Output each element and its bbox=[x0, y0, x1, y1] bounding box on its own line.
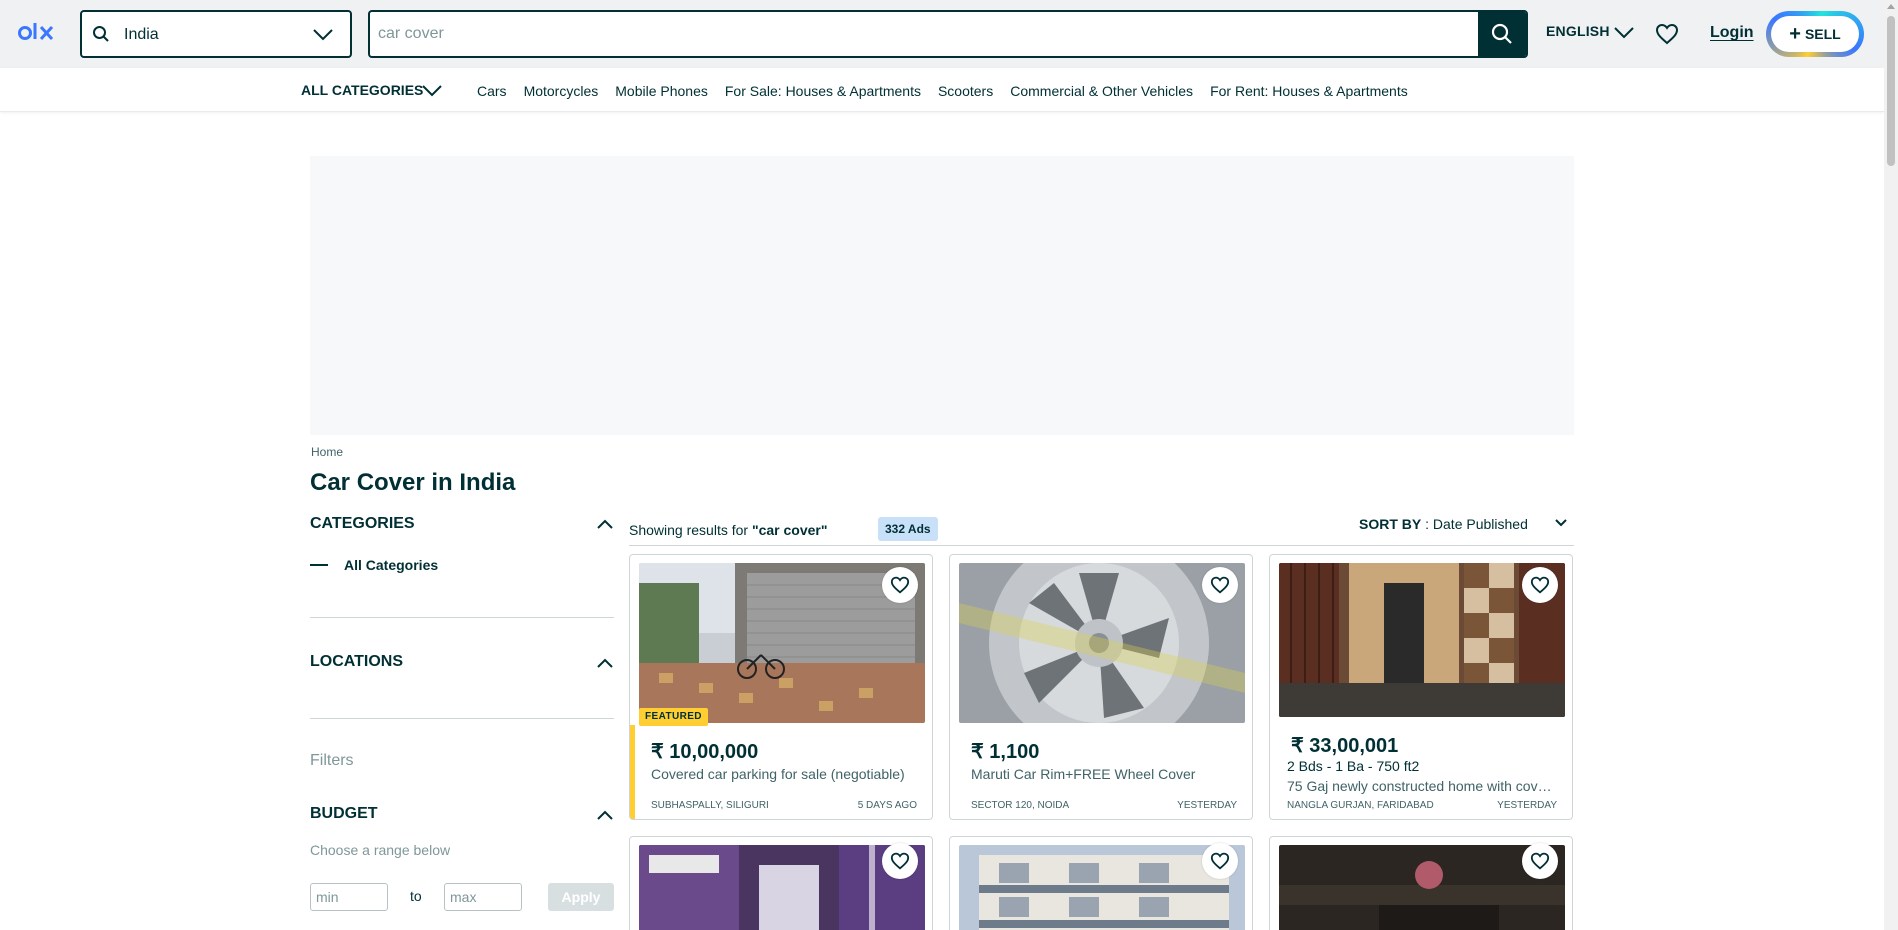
page-title: Car Cover in India bbox=[310, 469, 516, 496]
listing-card[interactable]: FEATURED ₹ 10,00,000 Covered car parking… bbox=[629, 554, 933, 820]
nav-link-commercial-vehicles[interactable]: Commercial & Other Vehicles bbox=[1010, 83, 1193, 99]
nav-link-mobile-phones[interactable]: Mobile Phones bbox=[615, 83, 708, 99]
chevron-down-icon[interactable] bbox=[1613, 24, 1635, 40]
results-summary: Showing results for "car cover" bbox=[629, 522, 828, 538]
listing-card[interactable] bbox=[1269, 836, 1573, 930]
nav-link-houses-sale[interactable]: For Sale: Houses & Apartments bbox=[725, 83, 921, 99]
dash-icon bbox=[310, 564, 328, 566]
search-button[interactable] bbox=[1478, 12, 1526, 56]
login-link[interactable]: Login bbox=[1710, 24, 1754, 42]
listing-date: YESTERDAY bbox=[1177, 800, 1237, 811]
sort-value: : Date Published bbox=[1421, 516, 1528, 532]
search-bar bbox=[368, 10, 1528, 58]
budget-subtitle: Choose a range below bbox=[310, 842, 451, 858]
heart-icon bbox=[1210, 576, 1230, 594]
breadcrumb[interactable]: Home bbox=[311, 445, 343, 459]
nav-link-cars[interactable]: Cars bbox=[477, 83, 507, 99]
filters-label: Filters bbox=[310, 752, 354, 769]
heart-icon bbox=[1210, 852, 1230, 870]
results-prefix: Showing results for bbox=[629, 522, 752, 538]
listing-date: YESTERDAY bbox=[1497, 800, 1557, 811]
listing-date: 5 DAYS AGO bbox=[857, 800, 917, 811]
search-icon bbox=[1491, 23, 1512, 44]
divider bbox=[310, 718, 614, 719]
listing-location: SECTOR 120, NOIDA bbox=[971, 800, 1070, 811]
olx-logo[interactable] bbox=[18, 20, 62, 46]
listing-specs: 2 Bds - 1 Ba - 750 ft2 bbox=[1287, 758, 1420, 774]
ads-count-badge: 332 Ads bbox=[878, 517, 938, 541]
language-selector[interactable]: ENGLISH bbox=[1546, 23, 1610, 39]
sort-dropdown[interactable]: SORT BY : Date Published bbox=[1359, 516, 1528, 532]
budget-heading[interactable]: BUDGET bbox=[310, 805, 378, 823]
chevron-up-icon[interactable] bbox=[596, 809, 614, 821]
divider bbox=[310, 617, 614, 618]
budget-apply-button[interactable]: Apply bbox=[548, 883, 614, 911]
budget-max-input[interactable] bbox=[444, 883, 522, 911]
heart-icon bbox=[1530, 852, 1550, 870]
listing-card[interactable] bbox=[629, 836, 933, 930]
search-input[interactable] bbox=[378, 12, 1438, 56]
favorite-button[interactable] bbox=[1202, 567, 1238, 603]
nav-link-motorcycles[interactable]: Motorcycles bbox=[524, 83, 599, 99]
all-categories-item[interactable]: All Categories bbox=[310, 557, 438, 573]
top-header: India ENGLISH Login + SELL bbox=[0, 0, 1884, 68]
location-value: India bbox=[124, 26, 159, 43]
search-icon bbox=[93, 26, 109, 42]
nav-link-houses-rent[interactable]: For Rent: Houses & Apartments bbox=[1210, 83, 1408, 99]
location-selector[interactable]: India bbox=[80, 10, 352, 58]
heart-icon bbox=[890, 576, 910, 594]
favorite-button[interactable] bbox=[1202, 843, 1238, 879]
plus-icon: + bbox=[1789, 23, 1801, 45]
listing-price: ₹ 33,00,001 bbox=[1291, 735, 1399, 757]
favorite-button[interactable] bbox=[882, 843, 918, 879]
favorite-button[interactable] bbox=[882, 567, 918, 603]
chevron-down-icon[interactable] bbox=[312, 26, 334, 42]
listing-card[interactable]: ₹ 33,00,001 2 Bds - 1 Ba - 750 ft2 75 Ga… bbox=[1269, 554, 1573, 820]
all-categories-label: All Categories bbox=[344, 557, 439, 573]
category-nav: ALL CATEGORIES Cars Motorcycles Mobile P… bbox=[0, 68, 1884, 112]
scroll-up-arrow-icon[interactable] bbox=[1887, 4, 1895, 9]
budget-to-label: to bbox=[410, 888, 422, 904]
ad-banner-placeholder bbox=[310, 156, 1574, 435]
heart-icon[interactable] bbox=[1655, 23, 1679, 45]
chevron-down-icon[interactable] bbox=[421, 82, 443, 98]
listing-location: NANGLA GURJAN, FARIDABAD bbox=[1287, 800, 1434, 811]
locations-heading[interactable]: LOCATIONS bbox=[310, 653, 403, 671]
category-links: Cars Motorcycles Mobile Phones For Sale:… bbox=[477, 83, 1425, 99]
heart-icon bbox=[890, 852, 910, 870]
listing-title: 75 Gaj newly constructed home with cover… bbox=[1287, 778, 1557, 794]
favorite-button[interactable] bbox=[1522, 567, 1558, 603]
sell-button[interactable]: + SELL bbox=[1766, 11, 1864, 57]
categories-heading[interactable]: CATEGORIES bbox=[310, 515, 415, 533]
divider bbox=[629, 545, 1574, 546]
listing-price: ₹ 1,100 bbox=[971, 741, 1040, 763]
nav-link-scooters[interactable]: Scooters bbox=[938, 83, 993, 99]
listing-title: Covered car parking for sale (negotiable… bbox=[651, 766, 905, 782]
listing-card[interactable] bbox=[949, 836, 1253, 930]
listing-title: Maruti Car Rim+FREE Wheel Cover bbox=[971, 766, 1196, 782]
chevron-up-icon[interactable] bbox=[596, 518, 614, 530]
sort-label: SORT BY bbox=[1359, 516, 1422, 532]
results-query: "car cover" bbox=[751, 522, 828, 538]
all-categories-toggle[interactable]: ALL CATEGORIES bbox=[301, 82, 423, 98]
listing-card[interactable]: ₹ 1,100 Maruti Car Rim+FREE Wheel Cover … bbox=[949, 554, 1253, 820]
scrollbar-thumb[interactable] bbox=[1887, 16, 1895, 166]
budget-min-input[interactable] bbox=[310, 883, 388, 911]
chevron-down-icon[interactable] bbox=[1554, 518, 1568, 528]
page-scrollbar[interactable] bbox=[1884, 0, 1898, 930]
sell-button-inner: + SELL bbox=[1771, 16, 1859, 52]
listing-location: SUBHASPALLY, SILIGURI bbox=[651, 800, 769, 811]
featured-badge: FEATURED bbox=[639, 708, 708, 726]
favorite-button[interactable] bbox=[1522, 843, 1558, 879]
chevron-up-icon[interactable] bbox=[596, 657, 614, 669]
heart-icon bbox=[1530, 576, 1550, 594]
sell-label: SELL bbox=[1804, 26, 1841, 42]
listing-price: ₹ 10,00,000 bbox=[651, 741, 759, 763]
